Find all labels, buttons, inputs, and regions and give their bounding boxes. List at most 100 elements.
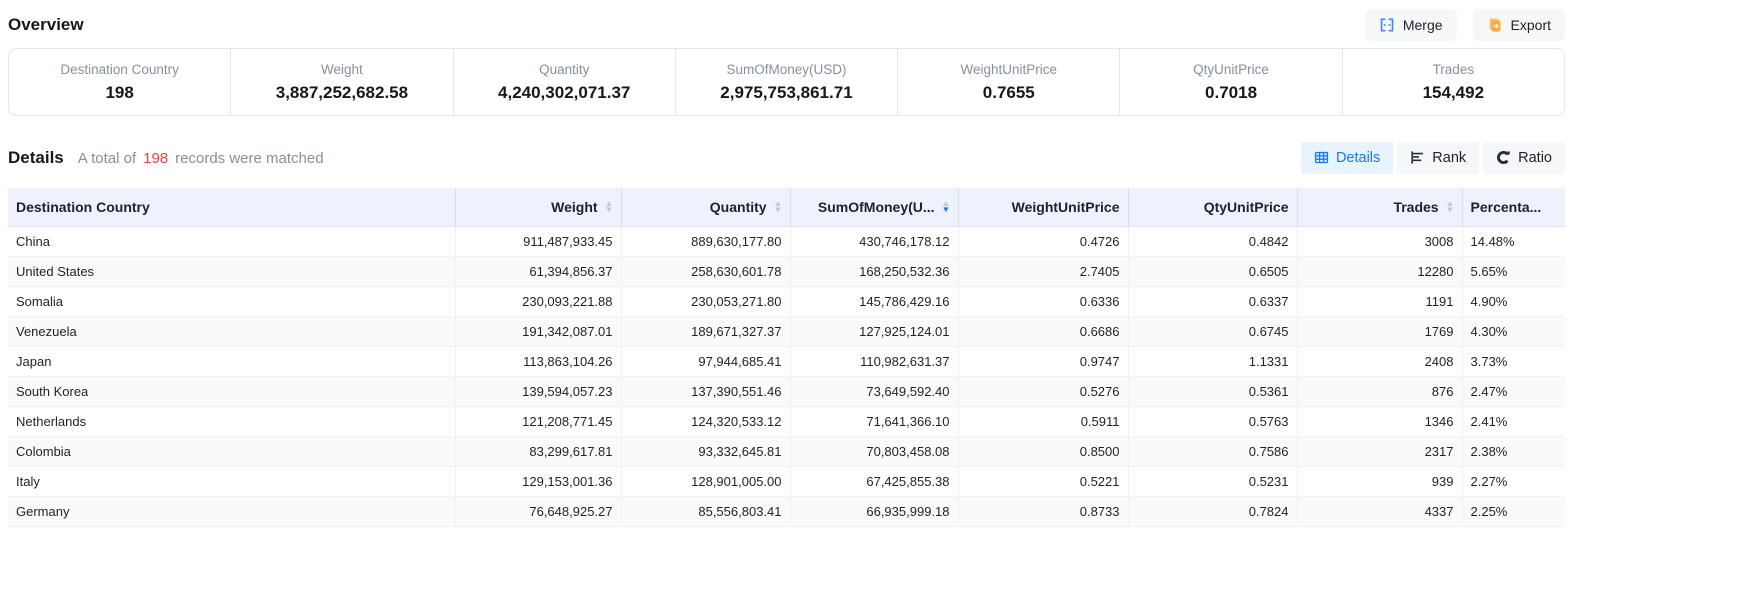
table-cell: 0.7586 — [1128, 436, 1297, 466]
table-cell: 1769 — [1297, 316, 1462, 346]
export-button[interactable]: Export — [1473, 9, 1565, 41]
table-cell: 2.7405 — [958, 256, 1128, 286]
stat-value: 0.7018 — [1205, 83, 1257, 103]
table-row: China911,487,933.45889,630,177.80430,746… — [8, 226, 1565, 256]
table-cell: 0.4726 — [958, 226, 1128, 256]
table-row: Japan113,863,104.2697,944,685.41110,982,… — [8, 346, 1565, 376]
stat-cell-quantity: Quantity4,240,302,071.37 — [454, 49, 676, 115]
table-cell: 70,803,458.08 — [790, 436, 958, 466]
stat-cell-sumofmoney-usd: SumOfMoney(USD)2,975,753,861.71 — [676, 49, 898, 115]
table-cell: 61,394,856.37 — [455, 256, 621, 286]
table-cell: 145,786,429.16 — [790, 286, 958, 316]
table-cell: 0.4842 — [1128, 226, 1297, 256]
sort-carets[interactable]: ▲▼ — [774, 201, 782, 213]
view-switcher: Details Rank Ratio — [1301, 142, 1565, 174]
sort-desc-icon[interactable]: ▼ — [941, 207, 950, 213]
table-cell: 0.5276 — [958, 376, 1128, 406]
column-header-label: WeightUnitPrice — [1012, 199, 1120, 215]
sort-carets[interactable]: ▲▼ — [1446, 201, 1454, 213]
table-row: Venezuela191,342,087.01189,671,327.37127… — [8, 316, 1565, 346]
view-button-ratio[interactable]: Ratio — [1483, 142, 1565, 174]
table-cell: 121,208,771.45 — [455, 406, 621, 436]
view-button-rank[interactable]: Rank — [1397, 142, 1479, 174]
view-button-details[interactable]: Details — [1301, 142, 1393, 174]
sort-desc-icon[interactable]: ▼ — [604, 207, 613, 213]
table-cell: 3008 — [1297, 226, 1462, 256]
table-cell: South Korea — [8, 376, 455, 406]
table-cell: 12280 — [1297, 256, 1462, 286]
details-summary: Details A total of198records were matche… — [8, 148, 324, 168]
table-cell: 4337 — [1297, 496, 1462, 526]
table-cell: 230,093,221.88 — [455, 286, 621, 316]
table-cell: 73,649,592.40 — [790, 376, 958, 406]
stat-label: Trades — [1433, 62, 1475, 77]
stat-cell-trades: Trades154,492 — [1343, 49, 1564, 115]
table-cell: 83,299,617.81 — [455, 436, 621, 466]
sort-carets[interactable]: ▲▼ — [942, 201, 950, 213]
table-cell: 230,053,271.80 — [621, 286, 790, 316]
table-cell: 1191 — [1297, 286, 1462, 316]
column-header-sumofmoney-u[interactable]: SumOfMoney(U...▲▼ — [790, 188, 958, 226]
table-cell: 5.65% — [1462, 256, 1565, 286]
table-cell: Japan — [8, 346, 455, 376]
sort-desc-icon[interactable]: ▼ — [1445, 207, 1454, 213]
view-button-label: Details — [1336, 150, 1380, 166]
details-table: Destination CountryWeight▲▼Quantity▲▼Sum… — [8, 188, 1565, 527]
table-cell: 2.47% — [1462, 376, 1565, 406]
view-button-label: Ratio — [1518, 150, 1552, 166]
table-cell: 0.5361 — [1128, 376, 1297, 406]
table-icon — [1314, 150, 1329, 165]
table-cell: 0.9747 — [958, 346, 1128, 376]
column-header-weight[interactable]: Weight▲▼ — [455, 188, 621, 226]
column-header-label: Trades — [1393, 199, 1438, 215]
stat-cell-weightunitprice: WeightUnitPrice0.7655 — [898, 49, 1120, 115]
overview-stats-bar: Destination Country198Weight3,887,252,68… — [8, 48, 1565, 116]
donut-icon — [1496, 150, 1511, 165]
table-cell: 0.6745 — [1128, 316, 1297, 346]
sort-carets[interactable]: ▲▼ — [605, 201, 613, 213]
table-cell: 97,944,685.41 — [621, 346, 790, 376]
table-header-row: Destination CountryWeight▲▼Quantity▲▼Sum… — [8, 188, 1565, 226]
table-cell: 1346 — [1297, 406, 1462, 436]
column-header-label: QtyUnitPrice — [1204, 199, 1289, 215]
table-row: United States61,394,856.37258,630,601.78… — [8, 256, 1565, 286]
table-cell: 4.90% — [1462, 286, 1565, 316]
stat-value: 4,240,302,071.37 — [498, 83, 630, 103]
column-header-quantity[interactable]: Quantity ▲▼ — [621, 188, 790, 226]
table-cell: 0.8500 — [958, 436, 1128, 466]
column-header-percenta: Percenta... — [1462, 188, 1565, 226]
page-title: Overview — [8, 15, 84, 35]
table-cell: Italy — [8, 466, 455, 496]
table-cell: 127,925,124.01 — [790, 316, 958, 346]
table-cell: 889,630,177.80 — [621, 226, 790, 256]
table-cell: 0.6337 — [1128, 286, 1297, 316]
table-cell: Somalia — [8, 286, 455, 316]
table-row: Colombia83,299,617.8193,332,645.8170,803… — [8, 436, 1565, 466]
details-table-wrap: Destination CountryWeight▲▼Quantity▲▼Sum… — [8, 188, 1565, 527]
table-cell: 2.41% — [1462, 406, 1565, 436]
column-header-trades[interactable]: Trades ▲▼ — [1297, 188, 1462, 226]
table-cell: 137,390,551.46 — [621, 376, 790, 406]
sort-desc-icon[interactable]: ▼ — [773, 207, 782, 213]
merge-button[interactable]: Merge — [1365, 9, 1457, 41]
column-header-weightunitprice: WeightUnitPrice — [958, 188, 1128, 226]
table-cell: 4.30% — [1462, 316, 1565, 346]
column-header-label: Quantity — [710, 199, 767, 215]
table-cell: 124,320,533.12 — [621, 406, 790, 436]
table-cell: 0.6686 — [958, 316, 1128, 346]
stat-label: Weight — [321, 62, 363, 77]
table-cell: 110,982,631.37 — [790, 346, 958, 376]
merge-icon — [1379, 17, 1395, 33]
table-cell: 2.38% — [1462, 436, 1565, 466]
table-cell: 139,594,057.23 — [455, 376, 621, 406]
stat-value: 198 — [105, 83, 133, 103]
stat-cell-weight: Weight3,887,252,682.58 — [231, 49, 453, 115]
table-body: China911,487,933.45889,630,177.80430,746… — [8, 226, 1565, 526]
table-cell: 0.5231 — [1128, 466, 1297, 496]
overview-header: Overview Merge Export — [8, 0, 1565, 48]
table-cell: 66,935,999.18 — [790, 496, 958, 526]
table-cell: 258,630,601.78 — [621, 256, 790, 286]
table-cell: China — [8, 226, 455, 256]
table-cell: 0.5763 — [1128, 406, 1297, 436]
rank-bars-icon — [1410, 150, 1425, 165]
